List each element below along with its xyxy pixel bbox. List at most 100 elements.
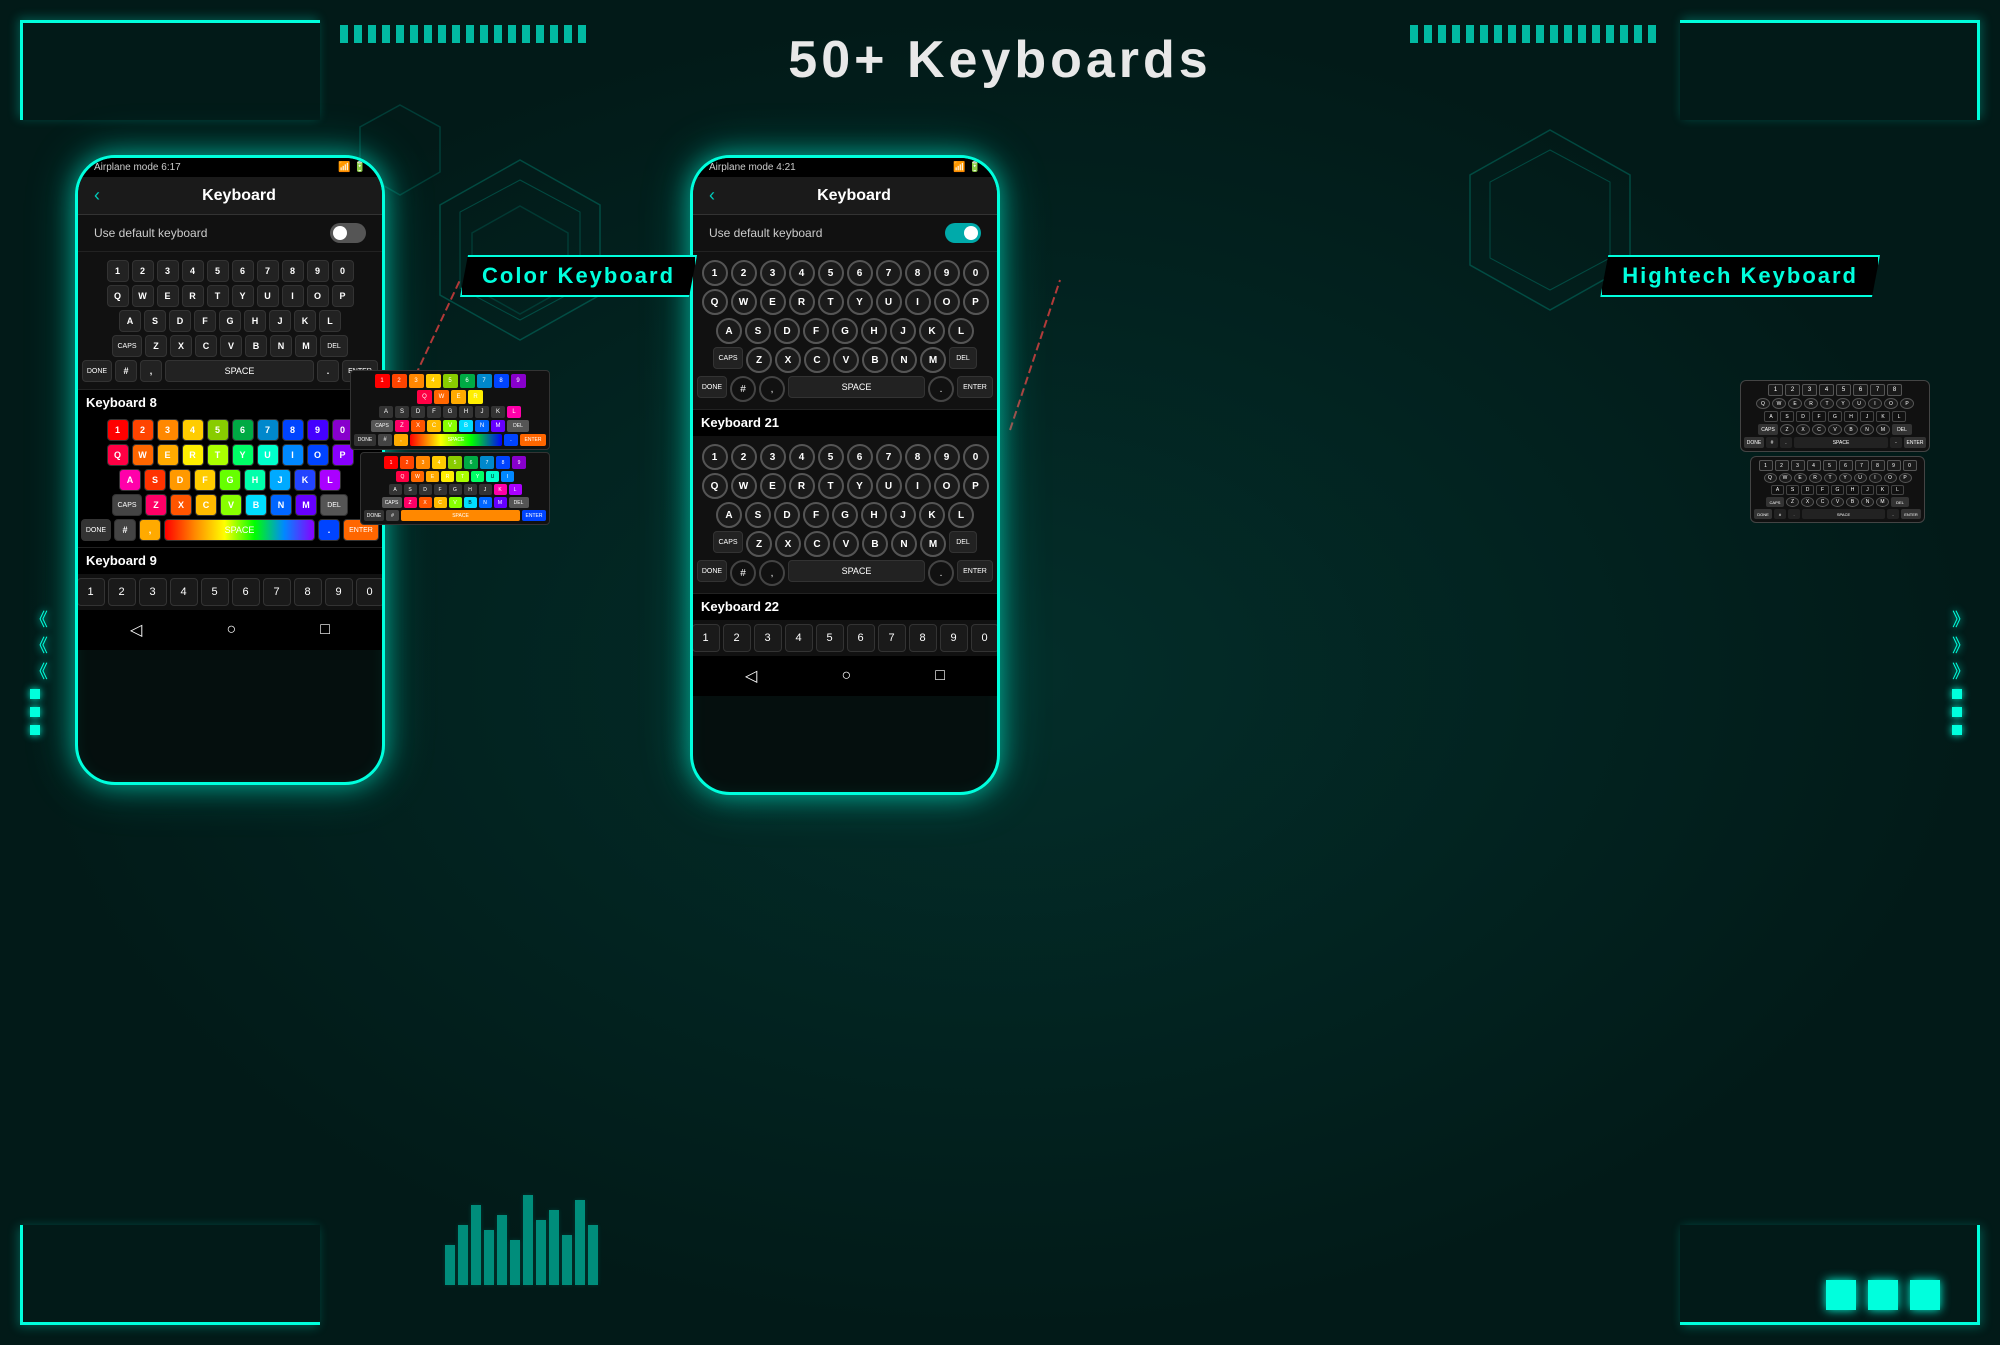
num-9[interactable]: 9 — [325, 578, 353, 606]
r-num-5[interactable]: 5 — [816, 624, 844, 652]
color-key-9[interactable]: 9 — [307, 419, 329, 441]
key-g[interactable]: G — [219, 310, 241, 332]
color-key-8[interactable]: 8 — [282, 419, 304, 441]
key-q[interactable]: Q — [107, 285, 129, 307]
r2-key-p[interactable]: P — [963, 473, 989, 499]
key-x[interactable]: X — [170, 335, 192, 357]
key-i[interactable]: I — [282, 285, 304, 307]
r2-key-1[interactable]: 1 — [702, 444, 728, 470]
color-key-6[interactable]: 6 — [232, 419, 254, 441]
r2-space-key[interactable]: SPACE — [788, 560, 925, 582]
r-key-o[interactable]: O — [934, 289, 960, 315]
r-key-m[interactable]: M — [920, 347, 946, 373]
r-key-l[interactable]: L — [948, 318, 974, 344]
right-default-keyboard-toggle[interactable] — [945, 223, 981, 243]
key-a[interactable]: A — [119, 310, 141, 332]
key-m[interactable]: M — [295, 335, 317, 357]
key-n[interactable]: N — [270, 335, 292, 357]
r2-key-w[interactable]: W — [731, 473, 757, 499]
r-key-0[interactable]: 0 — [963, 260, 989, 286]
r2-caps-key[interactable]: CAPS — [713, 531, 743, 553]
r2-key-4[interactable]: 4 — [789, 444, 815, 470]
r2-key-7[interactable]: 7 — [876, 444, 902, 470]
nav-recent-icon[interactable]: □ — [320, 621, 330, 639]
r2-key-5[interactable]: 5 — [818, 444, 844, 470]
r2-hash-key[interactable]: # — [730, 560, 756, 586]
r2-key-6[interactable]: 6 — [847, 444, 873, 470]
back-arrow-icon[interactable]: ‹ — [94, 185, 100, 206]
r-key-a[interactable]: A — [716, 318, 742, 344]
r-key-n[interactable]: N — [891, 347, 917, 373]
r-key-b[interactable]: B — [862, 347, 888, 373]
key-7[interactable]: 7 — [257, 260, 279, 282]
color-key-4[interactable]: 4 — [182, 419, 204, 441]
color-w[interactable]: W — [132, 444, 154, 466]
r2-key-d[interactable]: D — [774, 502, 800, 528]
color-y[interactable]: Y — [232, 444, 254, 466]
key-k[interactable]: K — [294, 310, 316, 332]
key-u[interactable]: U — [257, 285, 279, 307]
r-key-d[interactable]: D — [774, 318, 800, 344]
r2-key-n[interactable]: N — [891, 531, 917, 557]
key-o[interactable]: O — [307, 285, 329, 307]
r2-key-0[interactable]: 0 — [963, 444, 989, 470]
key-h[interactable]: H — [244, 310, 266, 332]
key-s[interactable]: S — [144, 310, 166, 332]
r2-key-9[interactable]: 9 — [934, 444, 960, 470]
key-y[interactable]: Y — [232, 285, 254, 307]
r-num-8[interactable]: 8 — [909, 624, 937, 652]
r2-key-a[interactable]: A — [716, 502, 742, 528]
r-num-3[interactable]: 3 — [754, 624, 782, 652]
color-k[interactable]: K — [294, 469, 316, 491]
r-key-u[interactable]: U — [876, 289, 902, 315]
key-3[interactable]: 3 — [157, 260, 179, 282]
r-key-1[interactable]: 1 — [702, 260, 728, 286]
num-7[interactable]: 7 — [263, 578, 291, 606]
r2-key-g[interactable]: G — [832, 502, 858, 528]
key-5[interactable]: 5 — [207, 260, 229, 282]
r2-key-h[interactable]: H — [861, 502, 887, 528]
color-m[interactable]: M — [295, 494, 317, 516]
r2-key-b[interactable]: B — [862, 531, 888, 557]
color-t[interactable]: T — [207, 444, 229, 466]
r-key-s[interactable]: S — [745, 318, 771, 344]
color-o[interactable]: O — [307, 444, 329, 466]
key-t[interactable]: T — [207, 285, 229, 307]
r-comma-key[interactable]: , — [759, 376, 785, 402]
color-i[interactable]: I — [282, 444, 304, 466]
r2-key-l[interactable]: L — [948, 502, 974, 528]
r-num-4[interactable]: 4 — [785, 624, 813, 652]
key-1[interactable]: 1 — [107, 260, 129, 282]
r-key-k[interactable]: K — [919, 318, 945, 344]
color-key-2[interactable]: 2 — [132, 419, 154, 441]
r-key-2[interactable]: 2 — [731, 260, 757, 286]
r2-comma-key[interactable]: , — [759, 560, 785, 586]
r-key-3[interactable]: 3 — [760, 260, 786, 286]
default-keyboard-toggle[interactable] — [330, 223, 366, 243]
key-f[interactable]: F — [194, 310, 216, 332]
r2-period-key[interactable]: . — [928, 560, 954, 586]
r2-key-z[interactable]: Z — [746, 531, 772, 557]
r-key-r[interactable]: R — [789, 289, 815, 315]
r2-key-u[interactable]: U — [876, 473, 902, 499]
r-key-v[interactable]: V — [833, 347, 859, 373]
r-done-key[interactable]: DONE — [697, 376, 727, 398]
r-key-e[interactable]: E — [760, 289, 786, 315]
color-z[interactable]: Z — [145, 494, 167, 516]
key-0[interactable]: 0 — [332, 260, 354, 282]
r2-key-c[interactable]: C — [804, 531, 830, 557]
color-space[interactable]: SPACE — [164, 519, 315, 541]
caps-key[interactable]: CAPS — [112, 335, 142, 357]
done-key[interactable]: DONE — [82, 360, 112, 382]
num-5[interactable]: 5 — [201, 578, 229, 606]
r2-key-e[interactable]: E — [760, 473, 786, 499]
r-num-2[interactable]: 2 — [723, 624, 751, 652]
key-c[interactable]: C — [195, 335, 217, 357]
r2-done-key[interactable]: DONE — [697, 560, 727, 582]
color-key-7[interactable]: 7 — [257, 419, 279, 441]
key-6[interactable]: 6 — [232, 260, 254, 282]
r-space-key[interactable]: SPACE — [788, 376, 925, 398]
r2-key-v[interactable]: V — [833, 531, 859, 557]
num-1[interactable]: 1 — [77, 578, 105, 606]
key-4[interactable]: 4 — [182, 260, 204, 282]
